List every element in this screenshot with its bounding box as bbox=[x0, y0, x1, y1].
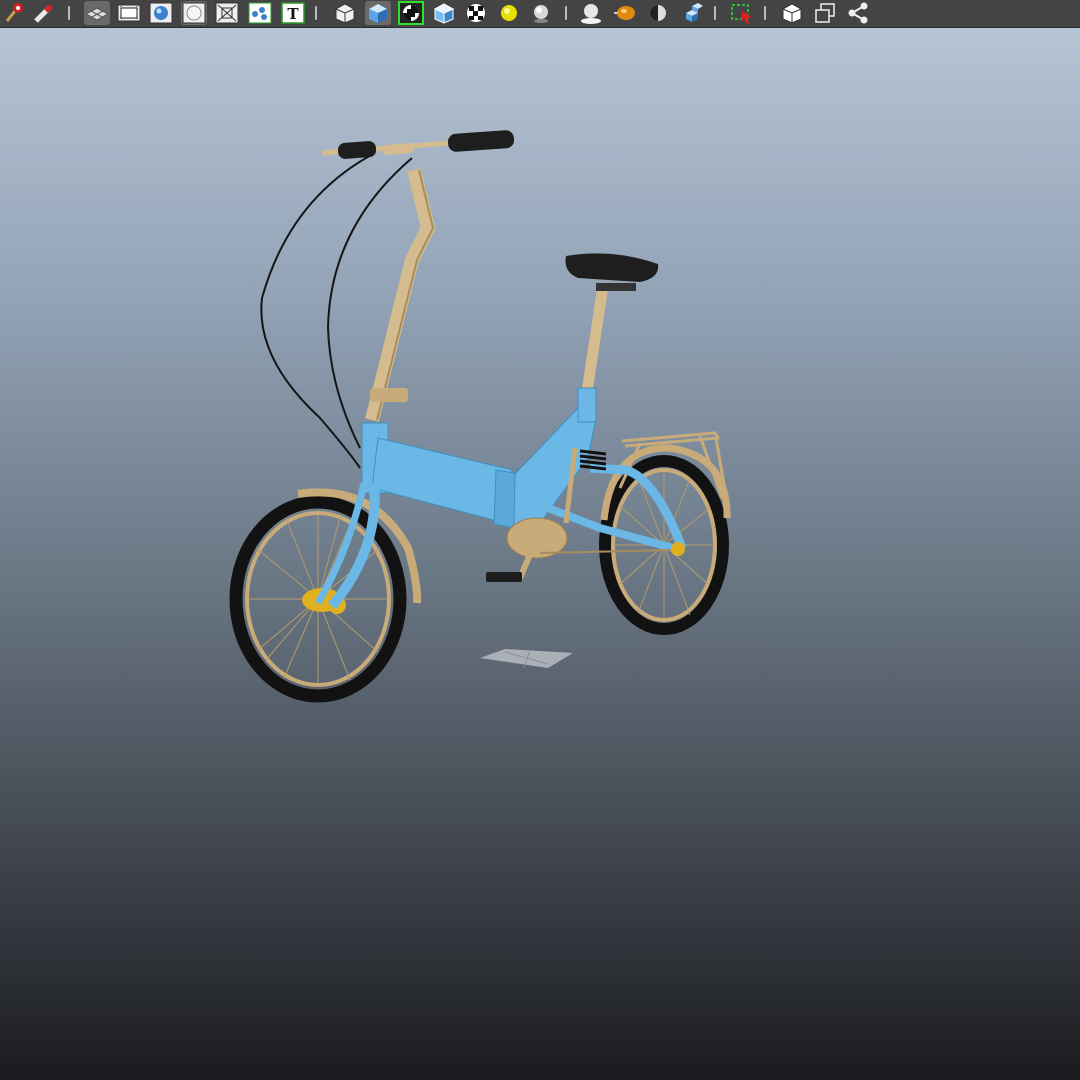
isolate-selected-icon[interactable] bbox=[728, 1, 754, 25]
all-lights-icon[interactable] bbox=[528, 1, 554, 25]
smooth-shade-icon[interactable] bbox=[148, 1, 174, 25]
toolbar-separator bbox=[66, 5, 72, 21]
xray-joints-icon[interactable] bbox=[812, 1, 838, 25]
select-camera-icon[interactable] bbox=[2, 1, 28, 25]
toolbar-separator bbox=[712, 5, 718, 21]
bike-frame bbox=[314, 387, 687, 610]
motion-blur-icon[interactable] bbox=[645, 1, 671, 25]
saddle bbox=[565, 253, 659, 399]
perspective-viewport[interactable]: persp bbox=[0, 28, 1080, 1080]
flat-shade-icon[interactable] bbox=[181, 1, 207, 25]
toolbar-separator bbox=[563, 5, 569, 21]
default-light-icon[interactable] bbox=[496, 1, 522, 25]
isolate-select-icon[interactable] bbox=[247, 1, 273, 25]
handlebar bbox=[321, 130, 515, 422]
wireframe-cube-icon[interactable] bbox=[332, 1, 358, 25]
lock-camera-icon[interactable] bbox=[31, 1, 57, 25]
checker-ball-icon[interactable] bbox=[463, 1, 489, 25]
brake-cables bbox=[260, 152, 413, 469]
scene-render bbox=[229, 130, 731, 703]
screen-space-ao-icon[interactable] bbox=[612, 1, 638, 25]
grid-icon[interactable] bbox=[84, 1, 110, 25]
shaded-cube-icon[interactable] bbox=[365, 1, 391, 25]
svg-text:T: T bbox=[287, 5, 299, 23]
film-gate-icon[interactable] bbox=[116, 1, 142, 25]
checker-texture-icon[interactable] bbox=[398, 1, 424, 25]
toolbar-separator bbox=[762, 5, 768, 21]
share-icon[interactable] bbox=[845, 1, 871, 25]
shaded-wireframe-cube-icon[interactable] bbox=[431, 1, 457, 25]
texture-icon[interactable]: T bbox=[280, 1, 306, 25]
toolbar-separator bbox=[313, 5, 319, 21]
maya-viewport-window: T bbox=[0, 0, 1080, 1080]
shadows-icon[interactable] bbox=[578, 1, 604, 25]
rear-wheel bbox=[599, 444, 731, 635]
wireframe-icon[interactable] bbox=[214, 1, 240, 25]
xray-icon[interactable] bbox=[779, 1, 805, 25]
anti-aliasing-icon[interactable] bbox=[678, 1, 704, 25]
viewport-toolbar: T bbox=[0, 0, 1080, 28]
